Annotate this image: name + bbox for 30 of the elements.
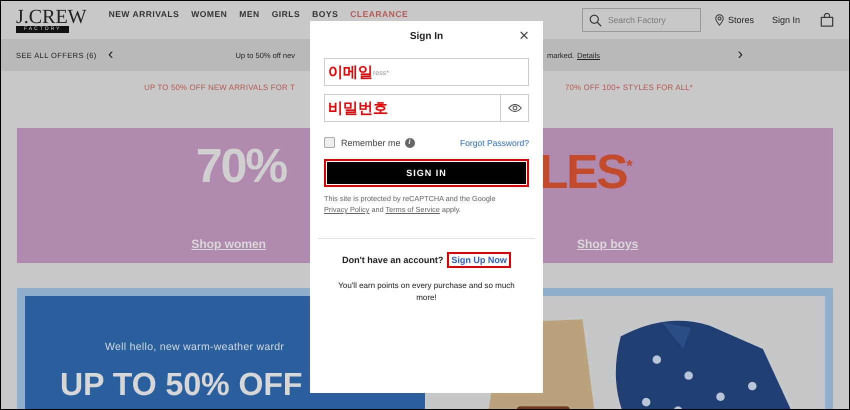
annotation-label: 이메일 <box>327 63 373 81</box>
eye-icon <box>508 103 522 113</box>
password-field[interactable]: 비밀번호 <box>324 94 529 122</box>
sign-up-link[interactable]: Sign Up Now <box>447 252 511 268</box>
nav-link[interactable]: NEW ARRIVALS <box>108 9 180 19</box>
headline: 70% <box>196 142 286 192</box>
checkbox[interactable] <box>324 137 335 148</box>
sign-in-button[interactable]: SIGN IN <box>324 159 529 187</box>
nav-link[interactable]: WOMEN <box>191 9 228 19</box>
close-button[interactable]: × <box>519 27 529 45</box>
tagline: Well hello, new warm-weather wardr <box>105 341 284 353</box>
headline: LES$^{*}$ <box>539 145 631 198</box>
location-pin-icon <box>714 14 724 26</box>
nav-link[interactable]: MEN <box>239 9 260 19</box>
nav-link[interactable]: GIRLS <box>272 9 300 19</box>
signup-note: You'll earn points on every purchase and so much more! <box>337 280 516 304</box>
headline: UP TO 50% OFF <box>60 367 302 401</box>
forgot-password-link[interactable]: Forgot Password? <box>460 138 529 148</box>
logo-wordmark: J.CREW <box>16 8 87 26</box>
remember-me-label[interactable]: Remember me <box>341 138 401 148</box>
sign-in-link[interactable]: Sign In <box>772 15 800 25</box>
nav-link[interactable]: BOYS <box>312 9 338 19</box>
dialog-title: Sign In <box>410 30 444 42</box>
account-question: Don't have an account? <box>342 255 444 265</box>
shopping-bag-icon[interactable] <box>820 13 834 27</box>
stores-link[interactable]: Stores <box>714 14 754 26</box>
annotation-label: 비밀번호 <box>327 99 388 117</box>
search-icon <box>588 14 602 26</box>
next-arrow[interactable]: › <box>738 47 743 63</box>
previous-arrow[interactable]: ‹ <box>108 47 114 63</box>
